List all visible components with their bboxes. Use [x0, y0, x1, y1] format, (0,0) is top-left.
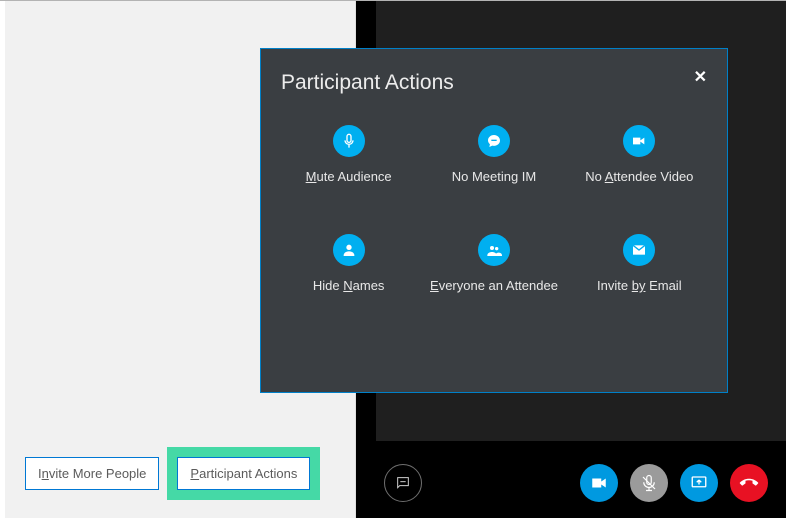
mic-icon	[333, 125, 365, 157]
phone-icon	[736, 470, 761, 495]
label-ul: n	[42, 466, 49, 481]
email-icon	[623, 234, 655, 266]
chat-button[interactable]	[384, 464, 422, 502]
call-controls	[356, 448, 786, 518]
no-meeting-im-action[interactable]: No Meeting IM	[426, 125, 561, 184]
present-icon	[690, 474, 708, 492]
everyone-attendee-action[interactable]: Everyone an Attendee	[426, 234, 561, 293]
no-attendee-video-action[interactable]: No Attendee Video	[572, 125, 707, 184]
share-screen-button[interactable]	[680, 464, 718, 502]
action-label: Hide Names	[313, 278, 385, 293]
action-label: No Attendee Video	[585, 169, 693, 184]
person-icon	[333, 234, 365, 266]
group-icon	[478, 234, 510, 266]
video-icon	[623, 125, 655, 157]
chat-bubble-icon	[478, 125, 510, 157]
mic-off-icon	[640, 474, 658, 492]
chat-icon	[395, 475, 411, 491]
label-post: articipant Actions	[199, 466, 297, 481]
action-label: Mute Audience	[306, 169, 392, 184]
label-post: vite More People	[49, 466, 147, 481]
popover-title: Participant Actions	[281, 71, 707, 95]
close-button[interactable]: ✕	[694, 67, 707, 87]
action-label: Everyone an Attendee	[430, 278, 558, 293]
label-ul: P	[190, 466, 199, 481]
action-grid: Mute Audience No Meeting IM No Attendee …	[281, 125, 707, 293]
close-icon: ✕	[694, 69, 707, 86]
app-root: Invite More People Participant Actions	[0, 0, 786, 518]
mute-audience-action[interactable]: Mute Audience	[281, 125, 416, 184]
invite-by-email-action[interactable]: Invite by Email	[572, 234, 707, 293]
video-toggle-button[interactable]	[580, 464, 618, 502]
hang-up-button[interactable]	[730, 464, 768, 502]
participant-actions-popover: ✕ Participant Actions Mute Audience No M…	[260, 48, 728, 393]
hide-names-action[interactable]: Hide Names	[281, 234, 416, 293]
mic-muted-button[interactable]	[630, 464, 668, 502]
participant-actions-button[interactable]: Participant Actions	[177, 457, 310, 490]
action-label: Invite by Email	[597, 278, 682, 293]
left-panel-toolbar: Invite More People Participant Actions	[25, 447, 320, 500]
video-icon	[590, 474, 608, 492]
action-label: No Meeting IM	[452, 169, 537, 184]
tutorial-highlight: Participant Actions	[167, 447, 320, 500]
invite-more-people-button[interactable]: Invite More People	[25, 457, 159, 490]
